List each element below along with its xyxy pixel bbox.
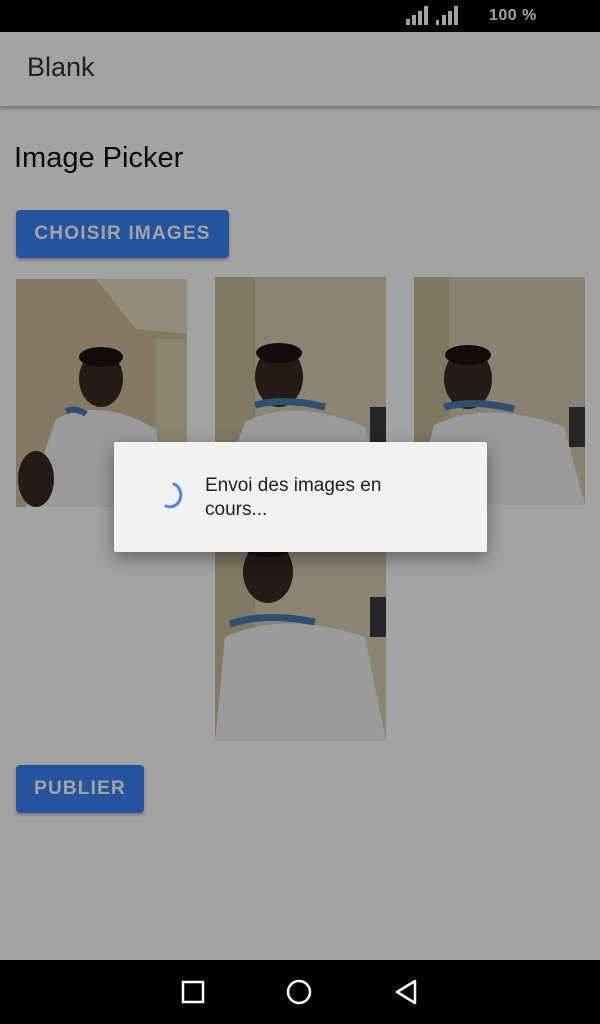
dialog-message: Envoi des images en cours... [205, 475, 382, 520]
back-icon[interactable] [394, 979, 418, 1005]
navigation-bar [0, 960, 600, 1024]
home-icon[interactable] [286, 979, 312, 1005]
recents-icon[interactable] [181, 980, 205, 1004]
spinner-icon [164, 482, 183, 509]
upload-progress-dialog: Envoi des images en cours... [114, 442, 487, 552]
